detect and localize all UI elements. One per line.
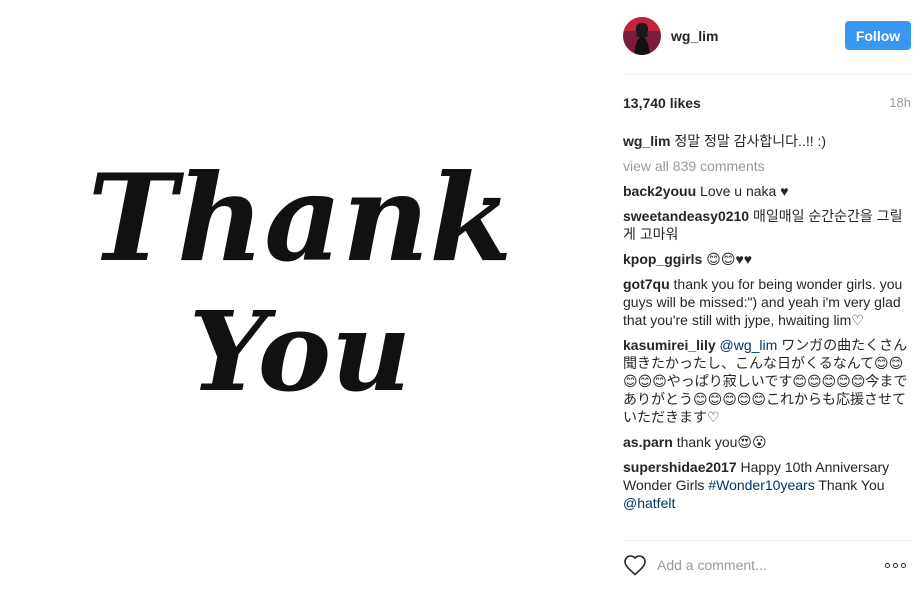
comment-text: Thank You bbox=[818, 477, 885, 493]
comment-user[interactable]: back2youu bbox=[623, 183, 696, 199]
avatar[interactable] bbox=[623, 17, 661, 55]
thank-you-lettering: Thank You bbox=[88, 148, 513, 416]
view-all-comments-link[interactable]: view all 839 comments bbox=[623, 157, 911, 175]
comment-user[interactable]: as.parn bbox=[623, 434, 673, 450]
comment-mention[interactable]: @wg_lim bbox=[720, 337, 778, 353]
caption-text: 정말 정말 감사합니다..!! :) bbox=[674, 133, 827, 149]
lettering-line1: Thank bbox=[88, 148, 513, 289]
comment-hashtag[interactable]: #Wonder10years bbox=[708, 477, 814, 493]
list-item: as.parn thank you😍😮 bbox=[623, 433, 911, 451]
list-item: got7qu thank you for being wonder girls.… bbox=[623, 275, 911, 329]
comment-user[interactable]: supershidae2017 bbox=[623, 459, 737, 475]
post-image: Thank You bbox=[0, 0, 603, 593]
comment-text: thank you😍😮 bbox=[676, 434, 767, 450]
list-item: sweetandeasy0210 매일매일 순간순간을 그릴게 고마워 bbox=[623, 207, 911, 243]
more-options-icon[interactable] bbox=[885, 558, 911, 572]
comment-user[interactable]: kpop_ggirls bbox=[623, 251, 702, 267]
header-username[interactable]: wg_lim bbox=[671, 28, 718, 44]
more-dot bbox=[901, 562, 906, 568]
more-dot bbox=[893, 562, 898, 568]
follow-button[interactable]: Follow bbox=[845, 21, 911, 50]
add-comment-row bbox=[623, 552, 911, 578]
likes-count[interactable]: 13,740 likes bbox=[623, 95, 701, 111]
likes-row: 13,740 likes 18h bbox=[623, 95, 911, 111]
post-time[interactable]: 18h bbox=[889, 95, 911, 111]
comment-text: 😊😊♥♥ bbox=[706, 251, 753, 267]
list-item: supershidae2017 Happy 10th Anniversary W… bbox=[623, 458, 911, 512]
lettering-line2: You bbox=[189, 287, 411, 416]
more-dot bbox=[885, 562, 890, 568]
caption: wg_lim 정말 정말 감사합니다..!! :) bbox=[623, 132, 911, 150]
comment-user[interactable]: kasumirei_lily bbox=[623, 337, 716, 353]
comment-user[interactable]: sweetandeasy0210 bbox=[623, 208, 749, 224]
comment-mention[interactable]: @hatfelt bbox=[623, 495, 675, 511]
header-divider bbox=[623, 74, 911, 75]
heart-outline-icon[interactable] bbox=[623, 554, 647, 576]
comment-user[interactable]: got7qu bbox=[623, 276, 670, 292]
post-sidebar: wg_lim Follow 13,740 likes 18h wg_lim 정말… bbox=[623, 0, 911, 593]
caption-user[interactable]: wg_lim bbox=[623, 133, 670, 149]
list-item: kasumirei_lily @wg_lim ワンガの曲たくさん聞きたかったし、… bbox=[623, 336, 911, 426]
comments-list: wg_lim 정말 정말 감사합니다..!! :) view all 839 c… bbox=[623, 132, 911, 519]
comments-divider bbox=[623, 540, 911, 541]
add-comment-input[interactable] bbox=[657, 557, 857, 573]
comment-text: Love u naka ♥ bbox=[700, 183, 789, 199]
post-header: wg_lim Follow bbox=[623, 16, 911, 56]
list-item: kpop_ggirls 😊😊♥♥ bbox=[623, 250, 911, 268]
list-item: back2youu Love u naka ♥ bbox=[623, 182, 911, 200]
